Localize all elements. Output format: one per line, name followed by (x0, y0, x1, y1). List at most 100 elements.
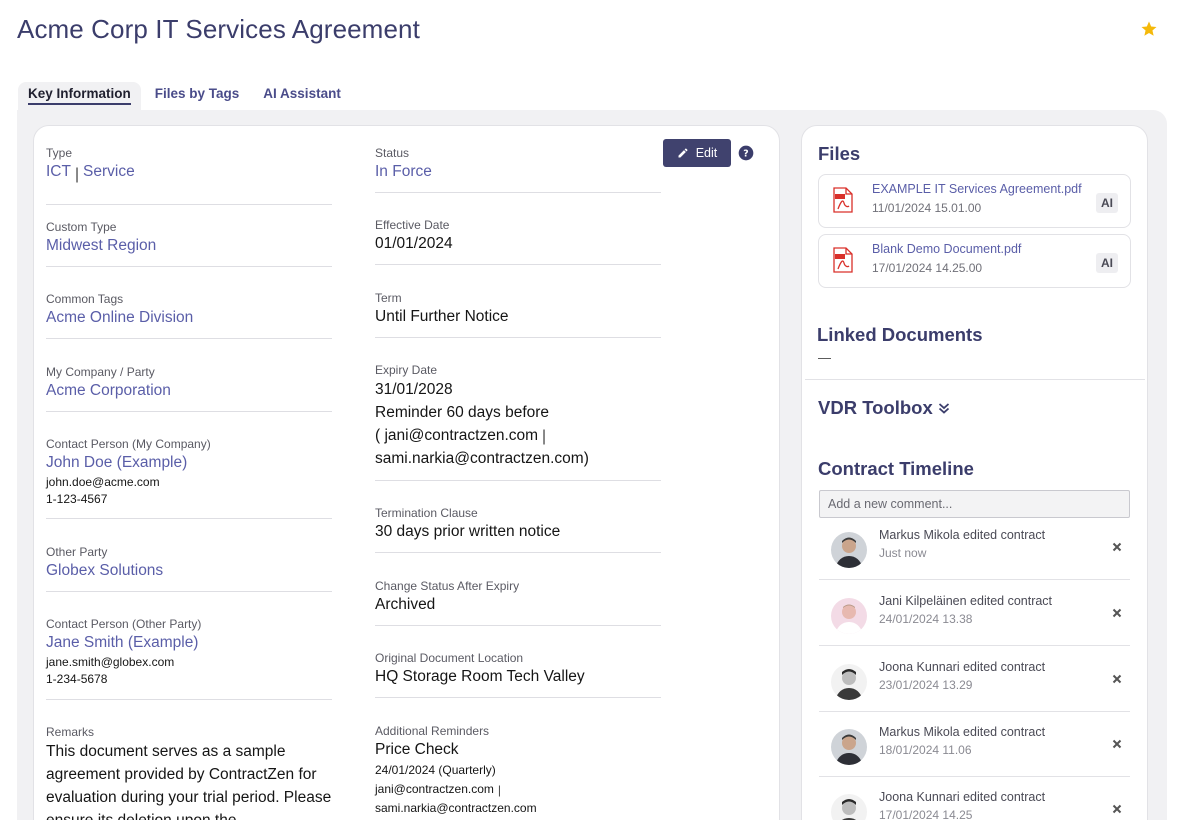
delete-icon[interactable] (1112, 542, 1122, 552)
status-label: Status (375, 146, 410, 160)
contact-other-party-label: Contact Person (Other Party) (46, 617, 202, 631)
field-change-status: Change Status After Expiry Archived (375, 578, 661, 626)
contact-my-company-email: john.doe@acme.com (46, 475, 160, 489)
double-chevron-down-icon (938, 403, 949, 414)
field-type: Type ICT | Service (46, 145, 332, 205)
timeline-item-time: 24/01/2024 13.38 (879, 612, 973, 626)
delete-icon[interactable] (1112, 739, 1122, 749)
field-expiry-date: Expiry Date 31/01/2028 Reminder 60 days … (375, 362, 661, 481)
expiry-email-separator: | (542, 428, 547, 445)
key-information-card: Edit ? Type ICT | Service Custom Type Midw… (33, 125, 780, 820)
side-panel-card: Files EXAMPLE IT Services Agreement.pdf … (801, 125, 1148, 820)
timeline-item-text: Markus Mikola edited contract (879, 725, 1046, 739)
contact-my-company-name[interactable]: John Doe (Example) (46, 452, 332, 474)
other-party-label: Other Party (46, 545, 108, 559)
timeline-item: Markus Mikola edited contract 18/01/2024… (819, 711, 1130, 777)
edit-button[interactable]: Edit (663, 139, 731, 167)
help-icon[interactable]: ? (738, 145, 754, 161)
type-separator: | (74, 166, 79, 183)
expiry-date-label: Expiry Date (375, 363, 438, 377)
field-custom-type: Custom Type Midwest Region (46, 219, 332, 267)
tab-files-by-tags[interactable]: Files by Tags (145, 82, 250, 110)
timeline-item: Jani Kilpeläinen edited contract 24/01/2… (819, 580, 1130, 646)
contact-other-party-phone: 1-234-5678 (46, 672, 108, 686)
ai-badge-button[interactable]: AI (1096, 193, 1118, 213)
pdf-file-icon (833, 247, 853, 273)
field-my-company: My Company / Party Acme Corporation (46, 364, 332, 412)
pdf-file-icon (833, 187, 853, 213)
field-contact-my-company: Contact Person (My Company) John Doe (Ex… (46, 436, 332, 519)
my-company-label: My Company / Party (46, 365, 155, 379)
timeline-item-text: Markus Mikola edited contract (879, 528, 1046, 542)
expiry-date-value: 31/01/2028 (375, 381, 453, 398)
remarks-value: This document serves as a sample agreeme… (46, 743, 332, 820)
svg-text:?: ? (743, 148, 748, 159)
type-value-service[interactable]: Service (83, 163, 135, 180)
linked-documents-title: Linked Documents (817, 324, 983, 345)
common-tags-value[interactable]: Acme Online Division (46, 307, 332, 329)
file-name[interactable]: EXAMPLE IT Services Agreement.pdf (872, 182, 1082, 196)
avatar (831, 664, 867, 700)
timeline-item: Markus Mikola edited contract Just now (819, 514, 1130, 580)
document-location-value: HQ Storage Room Tech Valley (375, 668, 585, 685)
additional-reminders-value: Price Check (375, 741, 459, 758)
document-location-label: Original Document Location (375, 651, 524, 665)
tab-bar: Key Information Files by Tags AI Assista… (18, 82, 355, 110)
expiry-reminder-email-2: sami.narkia@contractzen.com) (375, 450, 589, 467)
status-value[interactable]: In Force (375, 161, 661, 183)
delete-icon[interactable] (1112, 608, 1122, 618)
file-name[interactable]: Blank Demo Document.pdf (872, 242, 1021, 256)
other-party-value[interactable]: Globex Solutions (46, 560, 332, 582)
term-label: Term (375, 291, 402, 305)
page-title: Acme Corp IT Services Agreement (17, 14, 420, 44)
additional-email-separator: | (497, 783, 502, 797)
field-status: Status In Force (375, 145, 661, 193)
pencil-icon (678, 148, 688, 158)
timeline-item-time: Just now (879, 546, 927, 560)
delete-icon[interactable] (1112, 674, 1122, 684)
contract-timeline-title: Contract Timeline (818, 458, 974, 479)
contact-other-party-name[interactable]: Jane Smith (Example) (46, 632, 332, 654)
custom-type-label: Custom Type (46, 220, 117, 234)
termination-clause-value: 30 days prior written notice (375, 523, 561, 540)
file-date: 11/01/2024 15.01.00 (872, 201, 982, 215)
field-termination-clause: Termination Clause 30 days prior written… (375, 505, 661, 553)
field-common-tags: Common Tags Acme Online Division (46, 291, 332, 339)
field-other-party: Other Party Globex Solutions (46, 544, 332, 592)
remarks-label: Remarks (46, 725, 95, 739)
delete-icon[interactable] (1112, 804, 1122, 814)
avatar (831, 794, 867, 820)
effective-date-value: 01/01/2024 (375, 235, 453, 252)
timeline-item: Joona Kunnari edited contract 23/01/2024… (819, 646, 1130, 712)
avatar (831, 729, 867, 765)
vdr-toolbox-toggle[interactable]: VDR Toolbox (818, 397, 950, 419)
custom-type-value[interactable]: Midwest Region (46, 235, 332, 257)
edit-button-label: Edit (695, 146, 718, 160)
file-item[interactable]: EXAMPLE IT Services Agreement.pdf 11/01/… (818, 174, 1131, 228)
ai-badge-button[interactable]: AI (1096, 253, 1118, 273)
change-status-label: Change Status After Expiry (375, 579, 520, 593)
field-term: Term Until Further Notice (375, 290, 661, 338)
files-title: Files (818, 143, 861, 164)
contact-other-party-email: jane.smith@globex.com (46, 655, 175, 669)
tab-key-information[interactable]: Key Information (18, 82, 141, 110)
field-additional-reminders: Additional Reminders Price Check 24/01/2… (375, 723, 661, 820)
type-value-ict[interactable]: ICT (46, 163, 71, 180)
timeline-item-text: Joona Kunnari edited contract (879, 660, 1046, 674)
expiry-reminder-email-1: ( jani@contractzen.com (375, 427, 539, 444)
contact-my-company-label: Contact Person (My Company) (46, 437, 211, 451)
avatar (831, 598, 867, 634)
termination-clause-label: Termination Clause (375, 506, 478, 520)
field-document-location: Original Document Location HQ Storage Ro… (375, 650, 661, 698)
field-contact-other-party: Contact Person (Other Party) Jane Smith … (46, 616, 332, 700)
favorite-star-icon[interactable] (1140, 20, 1158, 38)
additional-reminders-date: 24/01/2024 (Quarterly) (375, 763, 496, 777)
linked-documents-empty: — (818, 350, 831, 365)
timeline-item-time: 17/01/2024 14.25 (879, 808, 973, 820)
timeline-item-time: 23/01/2024 13.29 (879, 678, 973, 692)
file-item[interactable]: Blank Demo Document.pdf 17/01/2024 14.25… (818, 234, 1131, 288)
tab-ai-assistant[interactable]: AI Assistant (253, 82, 351, 110)
my-company-value[interactable]: Acme Corporation (46, 380, 332, 402)
timeline-item-time: 18/01/2024 11.06 (879, 743, 972, 757)
expiry-reminder: Reminder 60 days before (375, 404, 550, 421)
